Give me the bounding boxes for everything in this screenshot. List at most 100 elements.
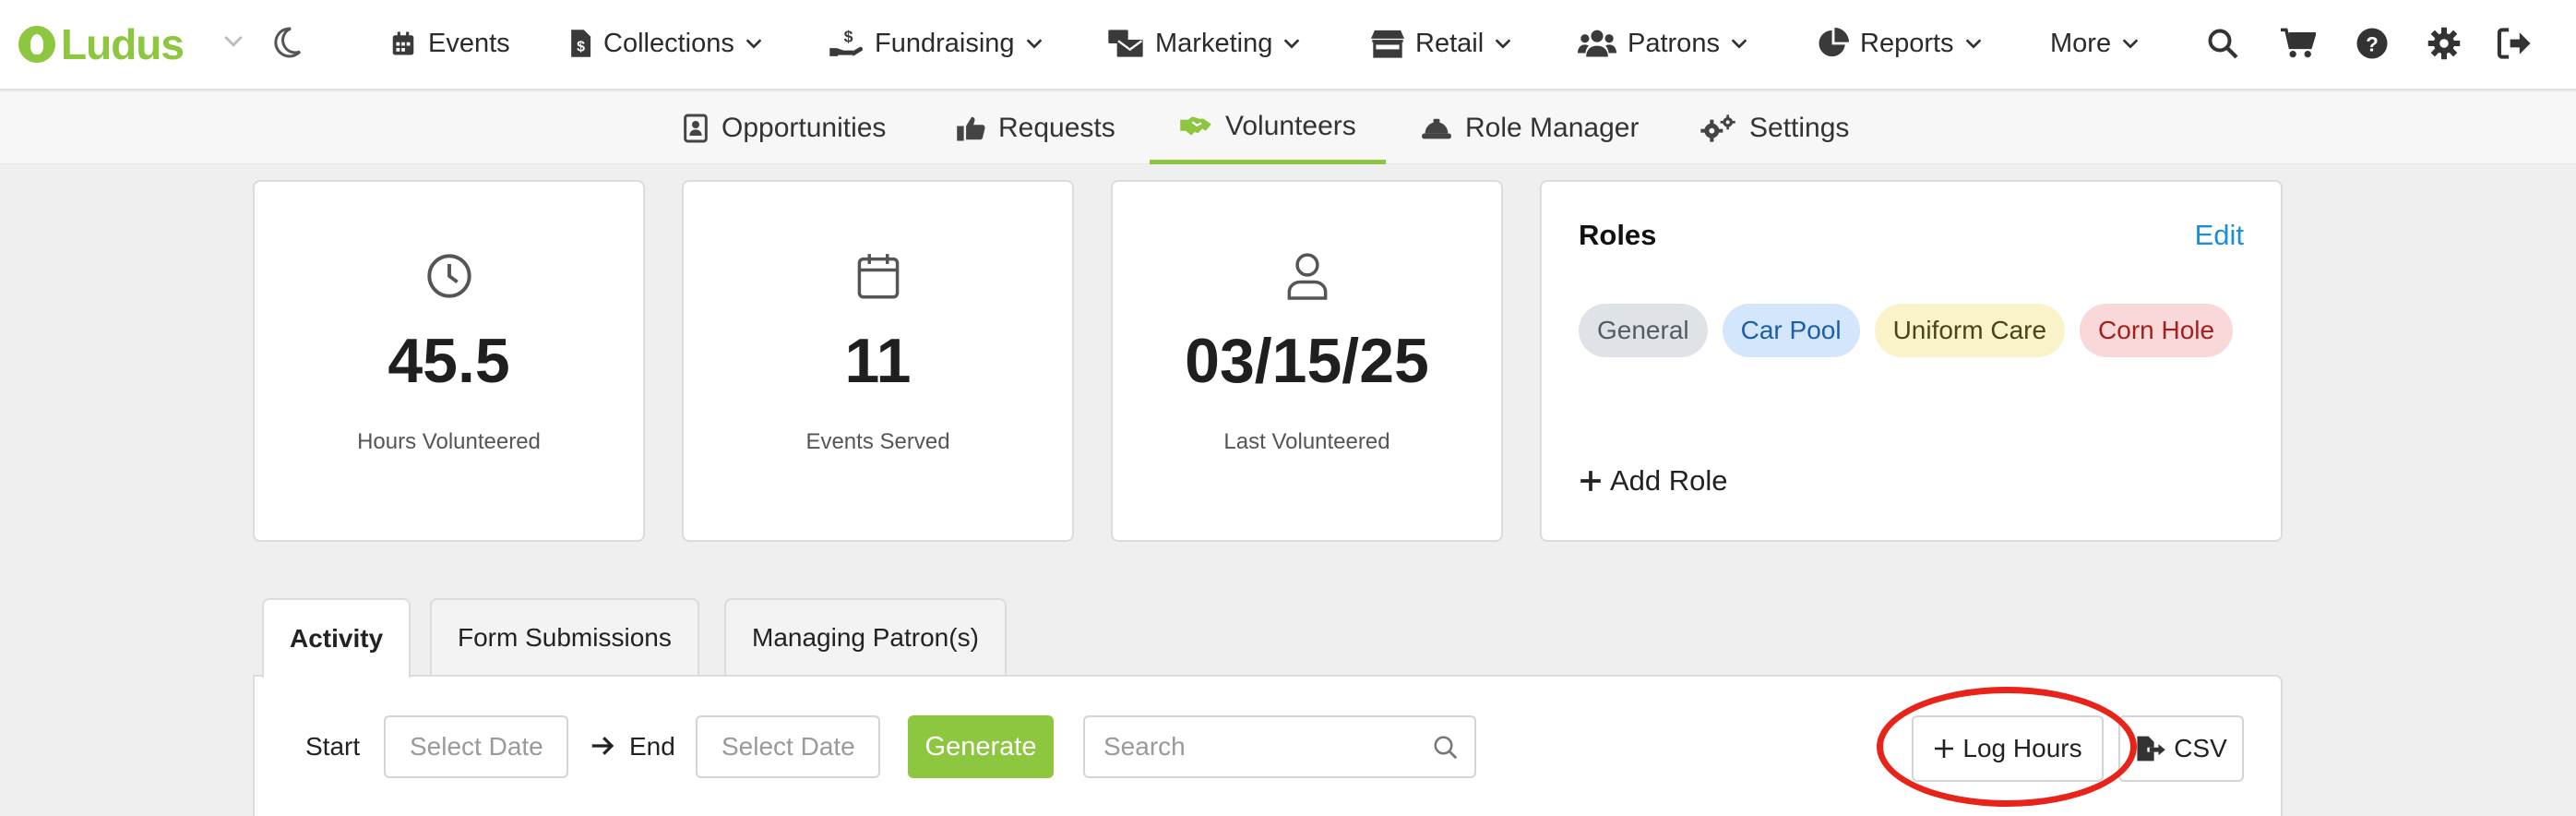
start-label: Start [305, 732, 361, 761]
chevron-down-icon [2122, 39, 2139, 49]
gears-icon [1700, 114, 1735, 142]
stat-value: 11 [844, 326, 912, 396]
stat-caption: Last Volunteered [1223, 429, 1390, 454]
nav-patrons[interactable]: Patrons [1578, 20, 1749, 66]
chevron-down-icon [1495, 39, 1511, 49]
plus-icon [1935, 739, 1954, 758]
nav-more[interactable]: More [2050, 20, 2141, 66]
stat-value: 03/15/25 [1185, 326, 1429, 396]
tab-form-submissions[interactable]: Form Submissions [430, 598, 699, 676]
stat-card-events: 11 Events Served [682, 180, 1074, 542]
generate-button[interactable]: Generate [908, 715, 1054, 778]
file-dollar-icon: $ [571, 30, 591, 57]
nav-collections-label: Collections [603, 28, 734, 58]
ludus-logo[interactable]: Ludus [18, 17, 185, 72]
subnav-volunteers[interactable]: Volunteers [1150, 92, 1386, 164]
volunteer-sub-navigation: Opportunities Requests Volunteers Role M… [0, 92, 2576, 164]
subnav-opportunities-label: Opportunities [722, 113, 887, 143]
nav-fundraising[interactable]: $ Fundraising [829, 20, 1044, 66]
nav-retail[interactable]: Retail [1371, 20, 1513, 66]
logo-mark-icon [18, 26, 55, 63]
help-icon[interactable]: ? [2351, 22, 2393, 65]
clock-icon [425, 250, 473, 302]
subnav-settings-label: Settings [1749, 113, 1850, 143]
start-date-input[interactable] [384, 715, 568, 778]
stat-value: 45.5 [388, 326, 510, 396]
role-chip-uniform-care[interactable]: Uniform Care [1874, 304, 2066, 357]
thumbs-up-icon [957, 116, 985, 141]
nav-more-label: More [2050, 28, 2112, 58]
nav-events[interactable]: Events [389, 20, 510, 66]
plus-icon [1580, 471, 1601, 491]
nav-collections[interactable]: $ Collections [568, 20, 764, 66]
chevron-down-icon [1965, 39, 1981, 49]
stat-card-last-volunteered: 03/15/25 Last Volunteered [1111, 180, 1503, 542]
handshake-icon [1180, 115, 1211, 136]
role-chip-list: General Car Pool Uniform Care Corn Hole [1579, 304, 2248, 357]
nav-patrons-label: Patrons [1628, 28, 1720, 58]
gear-icon[interactable] [2423, 22, 2465, 65]
subnav-settings[interactable]: Settings [1699, 92, 1849, 164]
sign-out-icon[interactable] [2493, 22, 2535, 65]
calendar-icon [856, 250, 900, 302]
store-icon [1371, 30, 1404, 58]
logo-text: Ludus [61, 20, 185, 68]
end-date-input[interactable] [696, 715, 880, 778]
moon-icon[interactable] [268, 24, 304, 66]
nav-reports-label: Reports [1860, 28, 1954, 58]
add-role-label: Add Role [1610, 464, 1728, 497]
svg-text:$: $ [577, 40, 585, 55]
arrow-right-icon [589, 730, 616, 766]
svg-text:?: ? [2366, 32, 2379, 55]
calendar-icon [392, 31, 414, 55]
search-icon[interactable] [2201, 22, 2244, 65]
tab-activity[interactable]: Activity [262, 598, 411, 678]
subnav-requests-label: Requests [998, 113, 1115, 143]
log-hours-button[interactable]: Log Hours [1912, 715, 2104, 782]
nav-retail-label: Retail [1415, 28, 1485, 58]
chevron-down-icon [1026, 39, 1042, 49]
hand-dollar-icon: $ [829, 28, 864, 56]
chevron-down-icon[interactable] [220, 28, 247, 60]
tab-managing-patrons-label: Managing Patron(s) [752, 623, 979, 652]
roles-card: Roles Edit General Car Pool Uniform Care… [1540, 180, 2283, 542]
subnav-volunteers-label: Volunteers [1225, 110, 1356, 141]
nav-marketing-label: Marketing [1155, 28, 1273, 58]
roles-title: Roles [1579, 219, 1657, 251]
nav-marketing[interactable]: Marketing [1107, 20, 1302, 66]
activity-panel: Start End Generate Log Hours CSV [253, 675, 2283, 816]
nav-reports[interactable]: Reports [1818, 20, 1984, 66]
tab-form-submissions-label: Form Submissions [458, 623, 672, 652]
role-chip-car-pool[interactable]: Car Pool [1722, 304, 1860, 357]
role-chip-general[interactable]: General [1579, 304, 1708, 357]
nav-events-label: Events [428, 28, 510, 58]
chevron-down-icon [745, 39, 762, 49]
add-role-button[interactable]: Add Role [1579, 464, 1728, 498]
csv-export-button[interactable]: CSV [2118, 715, 2244, 782]
search-field [1083, 715, 1476, 778]
subnav-role-manager[interactable]: Role Manager [1421, 92, 1639, 164]
end-label: End [629, 732, 675, 761]
svg-text:$: $ [844, 28, 853, 46]
users-icon [1578, 30, 1616, 57]
log-hours-label: Log Hours [1962, 734, 2082, 762]
file-export-icon [2137, 736, 2165, 762]
hard-hat-icon [1422, 118, 1451, 139]
stat-caption: Events Served [805, 429, 950, 454]
roles-edit-link[interactable]: Edit [2195, 219, 2244, 252]
address-card-icon [684, 114, 708, 143]
chevron-down-icon [1731, 39, 1747, 49]
stat-caption: Hours Volunteered [357, 429, 541, 454]
subnav-role-manager-label: Role Manager [1465, 113, 1640, 143]
role-chip-corn-hole[interactable]: Corn Hole [2080, 304, 2234, 357]
search-icon[interactable] [1432, 734, 1460, 766]
cart-icon[interactable] [2277, 22, 2320, 65]
chevron-down-icon [1284, 39, 1300, 49]
subnav-opportunities[interactable]: Opportunities [683, 92, 886, 164]
mail-bulk-icon [1108, 30, 1143, 57]
tab-managing-patrons[interactable]: Managing Patron(s) [724, 598, 1007, 676]
subnav-requests[interactable]: Requests [956, 92, 1115, 164]
search-input[interactable] [1085, 717, 1417, 776]
stat-card-hours: 45.5 Hours Volunteered [253, 180, 645, 542]
user-icon [1285, 250, 1330, 302]
